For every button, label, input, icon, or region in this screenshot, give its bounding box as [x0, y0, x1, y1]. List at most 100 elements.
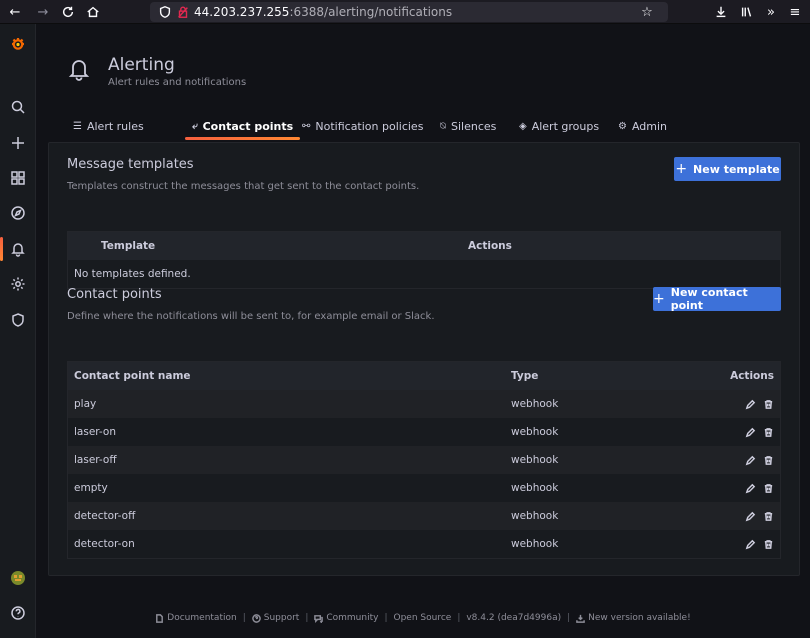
- search-icon[interactable]: [0, 93, 36, 121]
- home-icon[interactable]: [84, 3, 102, 21]
- tab-notification-policies[interactable]: ⚯ Notification policies: [302, 112, 423, 140]
- templates-section-description: Templates construct the messages that ge…: [67, 181, 420, 192]
- contact-points-panel: Message templates Templates construct th…: [48, 142, 800, 576]
- edit-pen-icon[interactable]: [743, 481, 757, 495]
- column-header-name: Contact point name: [74, 370, 191, 382]
- downloads-icon[interactable]: [712, 3, 730, 21]
- comment-alt-share-icon: ⤶: [192, 120, 198, 132]
- templates-section-title: Message templates: [67, 157, 194, 172]
- empty-templates-text: No templates defined.: [74, 268, 191, 280]
- side-menu: [0, 24, 36, 638]
- plus-icon: +: [675, 161, 688, 177]
- footer-community-link[interactable]: Community: [314, 613, 378, 623]
- edit-pen-icon[interactable]: [743, 509, 757, 523]
- list-icon: ☰: [73, 120, 82, 132]
- new-template-button[interactable]: + New template: [674, 157, 781, 181]
- edit-pen-icon[interactable]: [743, 537, 757, 551]
- shield-icon[interactable]: [156, 3, 174, 21]
- contact-point-type: webhook: [511, 510, 559, 522]
- column-header-actions: Actions: [730, 370, 774, 382]
- contact-point-name: detector-on: [74, 538, 135, 550]
- delete-trash-icon[interactable]: [761, 509, 775, 523]
- edit-pen-icon[interactable]: [743, 425, 757, 439]
- comments-icon: [314, 614, 324, 623]
- question-circle-icon: [251, 613, 261, 623]
- footer-version: v8.4.2 (dea7d4996a): [466, 613, 562, 623]
- contact-points-section-description: Define where the notifications will be s…: [67, 311, 435, 322]
- page-subtitle: Alert rules and notifications: [108, 77, 247, 88]
- table-row: laser-off webhook: [68, 446, 780, 474]
- insecure-lock-icon[interactable]: [174, 3, 192, 21]
- contact-point-name: laser-off: [74, 454, 117, 466]
- footer-new-version-link[interactable]: New version available!: [576, 613, 691, 623]
- tab-silences[interactable]: ⍉ Silences: [440, 112, 496, 140]
- page-header: Alerting Alert rules and notifications ☰…: [36, 24, 810, 141]
- tab-alert-groups[interactable]: ◈ Alert groups: [519, 112, 599, 140]
- configuration-gear-icon[interactable]: [0, 270, 36, 298]
- explore-compass-icon[interactable]: [0, 199, 36, 227]
- footer-documentation-link[interactable]: Documentation: [155, 613, 237, 623]
- forward-icon[interactable]: →: [34, 3, 52, 21]
- sitemap-icon: ⚯: [302, 120, 311, 132]
- plus-icon: +: [653, 291, 665, 307]
- contact-point-name: laser-on: [74, 426, 116, 438]
- delete-trash-icon[interactable]: [761, 425, 775, 439]
- delete-trash-icon[interactable]: [761, 453, 775, 467]
- grafana-logo-icon[interactable]: [0, 30, 36, 58]
- page-title: Alerting: [108, 55, 175, 75]
- contact-point-type: webhook: [511, 454, 559, 466]
- contact-point-type: webhook: [511, 482, 559, 494]
- page-content: Alerting Alert rules and notifications ☰…: [36, 24, 810, 638]
- server-admin-shield-icon[interactable]: [0, 306, 36, 334]
- tab-alert-rules[interactable]: ☰ Alert rules: [73, 112, 144, 140]
- cog-icon: ⚙: [618, 120, 627, 132]
- create-plus-icon[interactable]: [0, 129, 36, 157]
- library-icon[interactable]: [738, 3, 756, 21]
- download-icon: [576, 614, 585, 623]
- empty-state-row: No templates defined.: [68, 260, 780, 288]
- new-contact-point-button[interactable]: + New contact point: [653, 286, 781, 312]
- edit-pen-icon[interactable]: [743, 397, 757, 411]
- hamburger-menu-icon[interactable]: ≡: [786, 3, 804, 21]
- contact-points-section-title: Contact points: [67, 287, 162, 302]
- column-header-template: Template: [101, 240, 156, 252]
- table-header-row: Template Actions: [68, 232, 780, 260]
- contact-points-table: Contact point name Type Actions play web…: [67, 361, 781, 559]
- document-icon: [156, 613, 164, 623]
- footer-open-source-link[interactable]: Open Source: [394, 613, 452, 623]
- overflow-chevron-icon[interactable]: »: [762, 3, 780, 21]
- bookmark-star-icon[interactable]: ☆: [638, 3, 656, 21]
- templates-table: Template Actions No templates defined.: [67, 231, 781, 289]
- page-footer: Documentation | Support | Community | Op…: [36, 610, 810, 626]
- column-header-type: Type: [511, 370, 539, 382]
- table-row: empty webhook: [68, 474, 780, 502]
- bell-icon: [66, 56, 92, 82]
- layer-group-icon: ◈: [519, 120, 527, 132]
- column-header-actions: Actions: [468, 240, 512, 252]
- address-bar[interactable]: 44.203.237.255:6388/alerting/notificatio…: [150, 2, 668, 22]
- edit-pen-icon[interactable]: [743, 453, 757, 467]
- table-header-row: Contact point name Type Actions: [68, 362, 780, 390]
- contact-point-type: webhook: [511, 538, 559, 550]
- alerting-bell-icon[interactable]: [0, 235, 36, 263]
- footer-support-link[interactable]: Support: [251, 613, 299, 623]
- user-avatar[interactable]: [0, 564, 36, 592]
- browser-toolbar: ← → 44.203.237.255:6388/alerting/notific…: [0, 0, 810, 24]
- back-icon[interactable]: ←: [6, 3, 24, 21]
- delete-trash-icon[interactable]: [761, 397, 775, 411]
- url-text: 44.203.237.255:6388/alerting/notificatio…: [194, 5, 453, 19]
- reload-icon[interactable]: [59, 3, 77, 21]
- delete-trash-icon[interactable]: [761, 537, 775, 551]
- table-row: detector-off webhook: [68, 502, 780, 530]
- tab-admin[interactable]: ⚙ Admin: [618, 112, 667, 140]
- contact-point-type: webhook: [511, 426, 559, 438]
- table-row: laser-on webhook: [68, 418, 780, 446]
- tab-contact-points[interactable]: ⤶ Contact points: [184, 112, 301, 140]
- contact-point-name: detector-off: [74, 510, 136, 522]
- help-icon[interactable]: [0, 599, 36, 627]
- delete-trash-icon[interactable]: [761, 481, 775, 495]
- bell-slash-icon: ⍉: [440, 120, 446, 132]
- dashboards-icon[interactable]: [0, 164, 36, 192]
- table-row: detector-on webhook: [68, 530, 780, 558]
- contact-point-name: play: [74, 398, 97, 410]
